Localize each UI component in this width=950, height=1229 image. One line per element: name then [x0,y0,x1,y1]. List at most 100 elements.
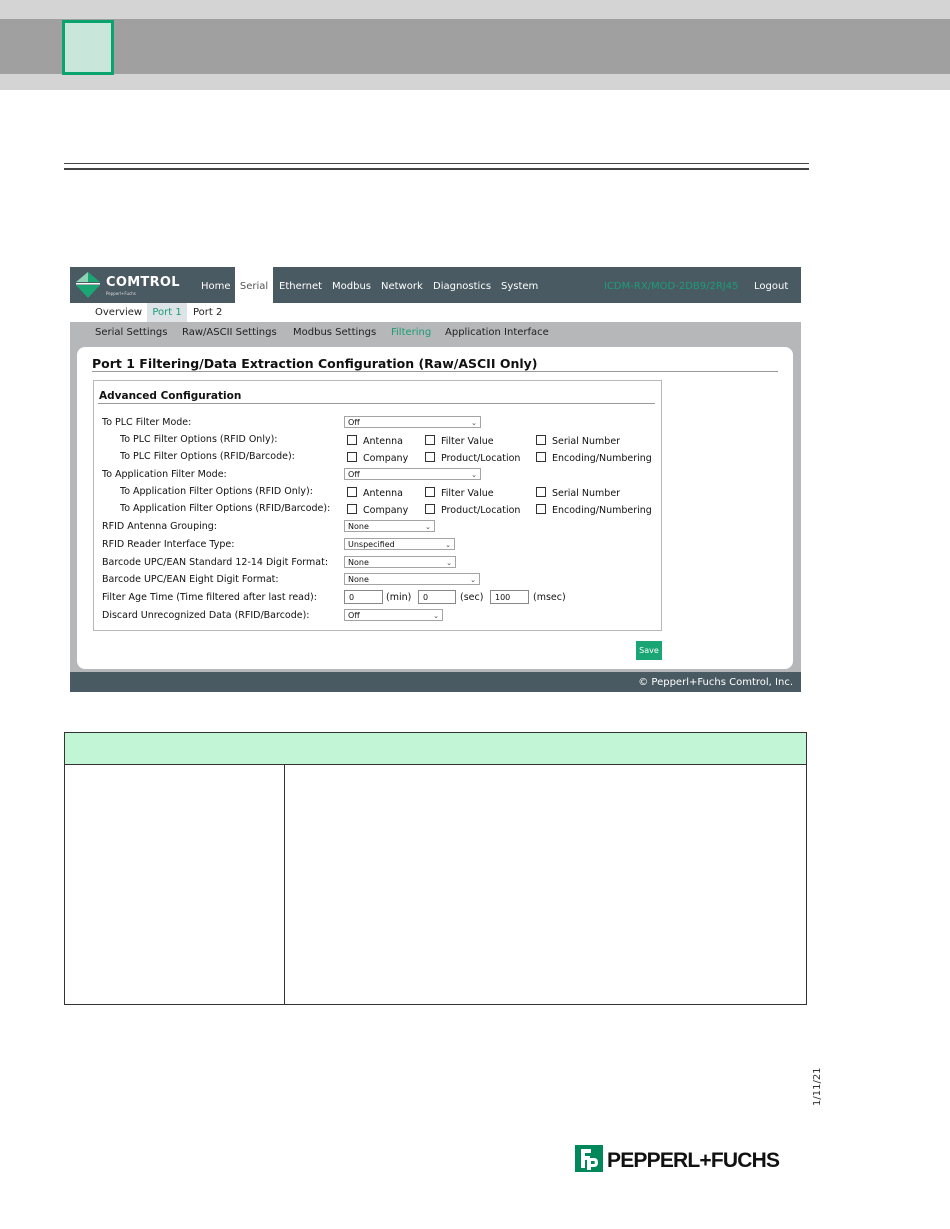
checkbox-label: Product/Location [441,453,521,464]
nav-network[interactable]: Network [381,267,423,303]
footer-bar: © Pepperl+Fuchs Comtrol, Inc. [70,672,801,692]
header-band-top [0,0,950,19]
pepperl-fuchs-logo: PEPPERL+FUCHS [575,1143,800,1175]
table-column-divider [284,764,285,1004]
tab-serial-settings[interactable]: Serial Settings [95,322,168,342]
plc-rfid-barcode-label: To PLC Filter Options (RFID/Barcode): [120,451,295,462]
checkbox-label: Product/Location [441,505,521,516]
reader-type-label: RFID Reader Interface Type: [102,539,235,550]
filter-age-sec-input[interactable]: 0 [418,590,456,604]
filter-age-msec-input[interactable]: 100 [490,590,529,604]
upc-12-14-select[interactable]: None ⌄ [344,556,456,568]
checkbox-icon [425,504,435,514]
comtrol-logo-icon [76,272,100,298]
discard-label: Discard Unrecognized Data (RFID/Barcode)… [102,610,310,621]
content-area: Port 1 Filtering/Data Extraction Configu… [70,342,801,672]
info-table [64,732,807,1005]
checkbox-icon [425,452,435,462]
checkbox-icon [347,452,357,462]
revision-date: 1/11/21 [812,1067,823,1106]
checkbox-label: Encoding/Numbering [552,453,652,464]
upc-12-14-value: None [348,558,369,567]
nav-serial[interactable]: Serial [235,267,273,303]
plc-antenna-checkbox[interactable]: Antenna [347,435,403,447]
comtrol-logo: COMTROL Pepperl+Fuchs [76,272,186,298]
app-serial-number-checkbox[interactable]: Serial Number [536,487,620,499]
chevron-down-icon: ⌄ [445,541,451,549]
device-name: ICDM-RX/MOD-2DB9/2RJ45 [604,281,739,292]
checkbox-icon [347,435,357,445]
section-rule [98,403,655,404]
nav-ethernet[interactable]: Ethernet [279,267,322,303]
checkbox-icon [536,452,546,462]
chevron-down-icon: ⌄ [470,576,476,584]
brand-text: PEPPERL+FUCHS [607,1149,780,1172]
reader-type-select[interactable]: Unspecified ⌄ [344,538,455,550]
chevron-down-icon: ⌄ [471,419,477,427]
plc-filter-value-checkbox[interactable]: Filter Value [425,435,494,447]
tab-application-interface[interactable]: Application Interface [445,322,549,342]
antenna-grouping-select[interactable]: None ⌄ [344,520,435,532]
chevron-down-icon: ⌄ [425,523,431,531]
chevron-down-icon: ⌄ [446,559,452,567]
plc-product-location-checkbox[interactable]: Product/Location [425,452,520,464]
checkbox-icon [536,504,546,514]
plc-filter-mode-select[interactable]: Off ⌄ [344,416,481,428]
nav-system[interactable]: System [501,267,538,303]
upc-12-14-label: Barcode UPC/EAN Standard 12-14 Digit For… [102,557,329,568]
pepperl-fuchs-logo-icon [575,1145,603,1172]
app-antenna-checkbox[interactable]: Antenna [347,487,403,499]
plc-company-checkbox[interactable]: Company [347,452,408,464]
tab-port-1[interactable]: Port 1 [147,303,187,322]
section-marker [62,20,114,75]
tab-filtering[interactable]: Filtering [391,322,431,342]
port-tabs: Overview Port 1 Port 2 [70,303,801,322]
plc-serial-number-checkbox[interactable]: Serial Number [536,435,620,447]
title-rule [92,371,778,372]
discard-select[interactable]: Off ⌄ [344,609,443,621]
divider-rule [64,168,809,170]
save-button[interactable]: Save [636,641,662,660]
logout-link[interactable]: Logout [754,267,788,303]
plc-rfid-only-label: To PLC Filter Options (RFID Only): [120,434,278,445]
app-filter-mode-select[interactable]: Off ⌄ [344,468,481,480]
app-product-location-checkbox[interactable]: Product/Location [425,504,520,516]
advanced-configuration-fieldset: Advanced Configuration To PLC Filter Mod… [93,380,662,631]
top-navigation: COMTROL Pepperl+Fuchs Home Serial Ethern… [70,267,801,303]
tab-overview[interactable]: Overview [95,303,142,322]
chevron-down-icon: ⌄ [471,471,477,479]
checkbox-label: Filter Value [441,436,494,447]
nav-modbus[interactable]: Modbus [332,267,371,303]
app-filter-value-checkbox[interactable]: Filter Value [425,487,494,499]
upc-8-select[interactable]: None ⌄ [344,573,480,585]
app-rfid-barcode-label: To Application Filter Options (RFID/Barc… [120,503,331,514]
header-band-bottom [0,74,950,90]
plc-encoding-numbering-checkbox[interactable]: Encoding/Numbering [536,452,652,464]
sec-unit-label: (sec) [460,592,484,603]
filter-age-min-input[interactable]: 0 [344,590,383,604]
checkbox-label: Company [363,453,409,464]
upc-8-value: None [348,575,369,584]
checkbox-label: Serial Number [552,436,621,447]
antenna-grouping-label: RFID Antenna Grouping: [102,521,217,532]
tab-port-2[interactable]: Port 2 [193,303,222,322]
nav-diagnostics[interactable]: Diagnostics [433,267,491,303]
checkbox-icon [425,435,435,445]
copyright-text: © Pepperl+Fuchs Comtrol, Inc. [638,677,793,688]
app-filter-mode-label: To Application Filter Mode: [102,469,227,480]
checkbox-label: Serial Number [552,488,621,499]
min-unit-label: (min) [386,592,412,603]
reader-type-value: Unspecified [348,540,395,549]
nav-home[interactable]: Home [201,267,231,303]
logo-subtext: Pepperl+Fuchs [106,291,136,296]
checkbox-label: Filter Value [441,488,494,499]
tab-modbus-settings[interactable]: Modbus Settings [293,322,376,342]
divider-rule [64,163,809,164]
plc-filter-mode-label: To PLC Filter Mode: [102,417,192,428]
tab-raw-ascii-settings[interactable]: Raw/ASCII Settings [182,322,277,342]
checkbox-icon [536,435,546,445]
app-company-checkbox[interactable]: Company [347,504,408,516]
discard-value: Off [348,611,360,620]
app-filter-mode-value: Off [348,470,360,479]
app-encoding-numbering-checkbox[interactable]: Encoding/Numbering [536,504,652,516]
